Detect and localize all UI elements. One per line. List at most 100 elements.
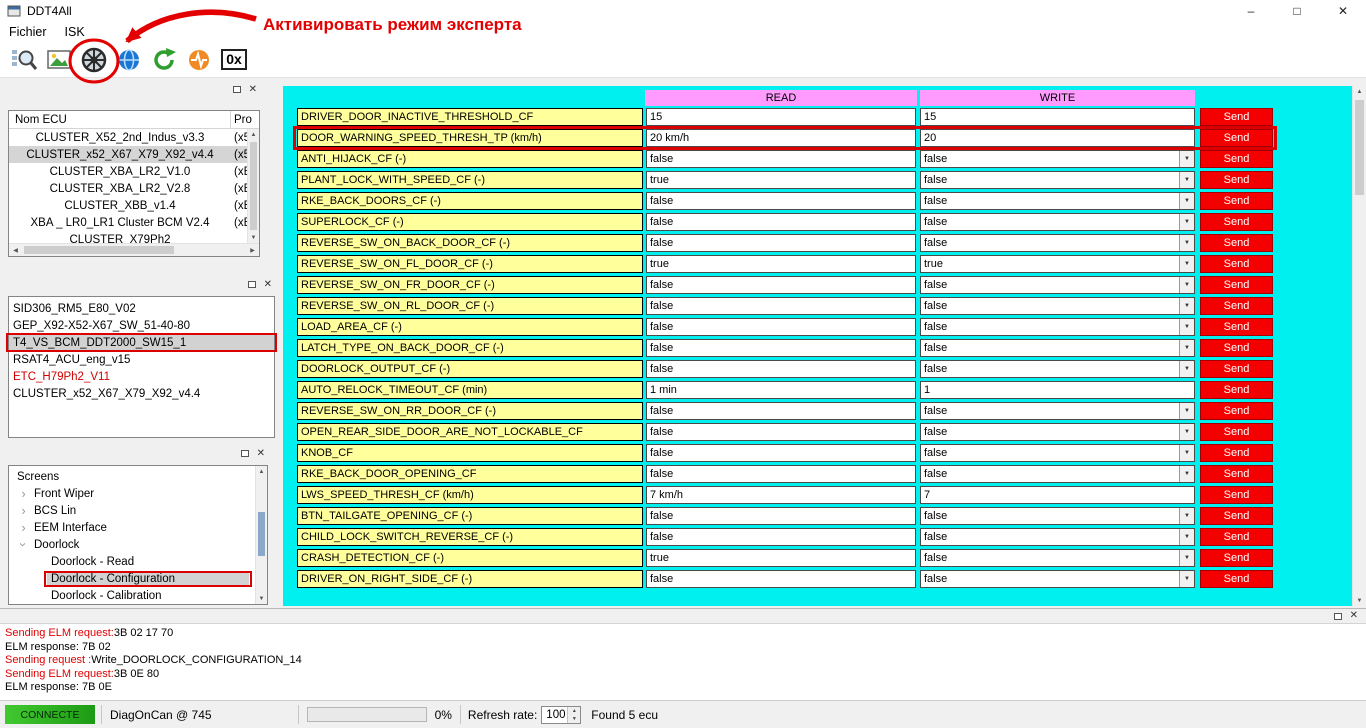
dropdown-arrow-icon[interactable]: ▼ (1179, 256, 1194, 272)
param-write-select[interactable]: false ▼ (920, 360, 1195, 378)
send-button[interactable]: Send (1200, 213, 1273, 231)
send-button[interactable]: Send (1200, 192, 1273, 210)
file-list-item[interactable]: T4_VS_BCM_DDT2000_SW15_1 (6, 333, 277, 352)
search-zoom-button[interactable] (8, 44, 40, 76)
param-write-select[interactable]: false ▼ (920, 276, 1195, 294)
ecu-list-item[interactable]: CLUSTER_XBA_LR2_V1.0 (xB (9, 163, 259, 180)
param-write-select[interactable]: false ▼ (920, 297, 1195, 315)
float-icon[interactable] (232, 86, 241, 93)
dropdown-arrow-icon[interactable]: ▼ (1179, 214, 1194, 230)
tree-item-label[interactable]: Front Wiper (30, 488, 98, 500)
param-write-select[interactable]: false ▼ (920, 465, 1195, 483)
dropdown-arrow-icon[interactable]: ▼ (1179, 529, 1194, 545)
param-write-input[interactable]: 20 (920, 129, 1195, 147)
dropdown-arrow-icon[interactable]: ▼ (1179, 403, 1194, 419)
close-icon[interactable]: ✕ (257, 448, 265, 459)
send-button[interactable]: Send (1200, 108, 1273, 126)
param-write-select[interactable]: false ▼ (920, 318, 1195, 336)
send-button[interactable]: Send (1200, 381, 1273, 399)
dropdown-arrow-icon[interactable]: ▼ (1179, 361, 1194, 377)
close-icon[interactable]: ✕ (1350, 611, 1358, 621)
web-button[interactable] (113, 44, 145, 76)
dropdown-arrow-icon[interactable]: ▼ (1179, 340, 1194, 356)
send-button[interactable]: Send (1200, 360, 1273, 378)
dropdown-arrow-icon[interactable]: ▼ (1179, 571, 1194, 587)
send-button[interactable]: Send (1200, 318, 1273, 336)
scroll-left-icon[interactable]: ◀ (9, 244, 22, 256)
param-write-select[interactable]: false ▼ (920, 549, 1195, 567)
menu-fichier[interactable]: Fichier (0, 25, 56, 39)
file-list-item[interactable]: SID306_RM5_E80_V02 (9, 300, 274, 317)
send-button[interactable]: Send (1200, 297, 1273, 315)
send-button[interactable]: Send (1200, 570, 1273, 588)
tree-item-label[interactable]: Doorlock (30, 539, 83, 551)
tree-item-label[interactable]: Screens (13, 471, 63, 483)
dropdown-arrow-icon[interactable]: ▼ (1179, 466, 1194, 482)
param-write-select[interactable]: false ▼ (920, 570, 1195, 588)
scroll-right-icon[interactable]: ▶ (246, 244, 259, 256)
screens-vertical-scrollbar[interactable]: ▲ ▼ (255, 466, 267, 604)
param-write-select[interactable]: false ▼ (920, 402, 1195, 420)
ecu-vertical-scrollbar[interactable]: ▲ ▼ (247, 129, 259, 243)
spin-up-icon[interactable]: ▲ (568, 706, 581, 715)
spin-down-icon[interactable]: ▼ (568, 714, 581, 723)
file-list-item[interactable]: RSAT4_ACU_eng_v15 (9, 351, 274, 368)
hex-toggle-button[interactable]: 0x (218, 44, 250, 76)
send-button[interactable]: Send (1200, 234, 1273, 252)
send-button[interactable]: Send (1200, 129, 1273, 147)
dropdown-arrow-icon[interactable]: ▼ (1179, 277, 1194, 293)
tree-item[interactable]: › BCS Lin (9, 502, 267, 519)
ecu-name-header[interactable]: Nom ECU (9, 111, 231, 128)
tree-item-label[interactable]: Doorlock - Calibration (47, 590, 166, 602)
param-write-select[interactable]: false ▼ (920, 444, 1195, 462)
dropdown-arrow-icon[interactable]: ▼ (1179, 550, 1194, 566)
param-write-select[interactable]: false ▼ (920, 423, 1195, 441)
refresh-rate-value[interactable]: 100 (542, 707, 567, 723)
send-button[interactable]: Send (1200, 444, 1273, 462)
float-icon[interactable] (1333, 612, 1342, 620)
maximize-button[interactable]: □ (1274, 0, 1320, 22)
expand-arrow-icon[interactable]: › (17, 520, 30, 535)
file-list-item[interactable]: CLUSTER_x52_X67_X79_X92_v4.4 (9, 385, 274, 402)
expand-arrow-icon[interactable]: › (17, 503, 30, 518)
send-button[interactable]: Send (1200, 402, 1273, 420)
send-button[interactable]: Send (1200, 150, 1273, 168)
scroll-down-icon[interactable]: ▼ (1353, 595, 1366, 606)
scroll-down-icon[interactable]: ▼ (256, 593, 267, 604)
send-button[interactable]: Send (1200, 255, 1273, 273)
scrollbar-thumb[interactable] (258, 512, 265, 556)
tree-item[interactable]: Screens (9, 468, 267, 485)
screen-vertical-scrollbar[interactable]: ▲ ▼ (1352, 86, 1366, 606)
minimize-button[interactable]: – (1228, 0, 1274, 22)
close-icon[interactable]: ✕ (264, 279, 272, 290)
scroll-down-icon[interactable]: ▼ (248, 232, 259, 243)
scrollbar-track[interactable] (22, 244, 246, 256)
tree-item[interactable]: Doorlock - Read (9, 553, 267, 570)
send-button[interactable]: Send (1200, 486, 1273, 504)
param-write-select[interactable]: true ▼ (920, 255, 1195, 273)
send-button[interactable]: Send (1200, 549, 1273, 567)
dropdown-arrow-icon[interactable]: ▼ (1179, 319, 1194, 335)
scroll-up-icon[interactable]: ▲ (1353, 86, 1366, 97)
ecu-horizontal-scrollbar[interactable]: ◀ ▶ (9, 243, 259, 256)
dropdown-arrow-icon[interactable]: ▼ (1179, 172, 1194, 188)
expand-arrow-icon[interactable]: › (16, 538, 31, 551)
ecu-list-item[interactable]: XBA _ LR0_LR1 Cluster BCM V2.4 (xB (9, 214, 259, 231)
ecu-list-item[interactable]: CLUSTER_XBA_LR2_V2.8 (xB (9, 180, 259, 197)
float-icon[interactable] (247, 281, 256, 288)
param-write-input[interactable]: 1 (920, 381, 1195, 399)
refresh-rate-spinbox[interactable]: 100 ▲ ▼ (541, 705, 582, 724)
dropdown-arrow-icon[interactable]: ▼ (1179, 508, 1194, 524)
expert-mode-button[interactable] (78, 44, 110, 76)
scrollbar-thumb[interactable] (1355, 100, 1364, 195)
screenshot-button[interactable] (43, 44, 75, 76)
tree-item[interactable]: Doorlock - Calibration (9, 587, 267, 604)
tree-item[interactable]: › Front Wiper (9, 485, 267, 502)
scroll-up-icon[interactable]: ▲ (248, 129, 259, 140)
param-write-select[interactable]: false ▼ (920, 150, 1195, 168)
refresh-button[interactable] (148, 44, 180, 76)
tree-item[interactable]: Doorlock - Configuration (9, 570, 267, 587)
close-button[interactable]: ✕ (1320, 0, 1366, 22)
param-write-select[interactable]: false ▼ (920, 234, 1195, 252)
close-icon[interactable]: ✕ (249, 84, 257, 95)
